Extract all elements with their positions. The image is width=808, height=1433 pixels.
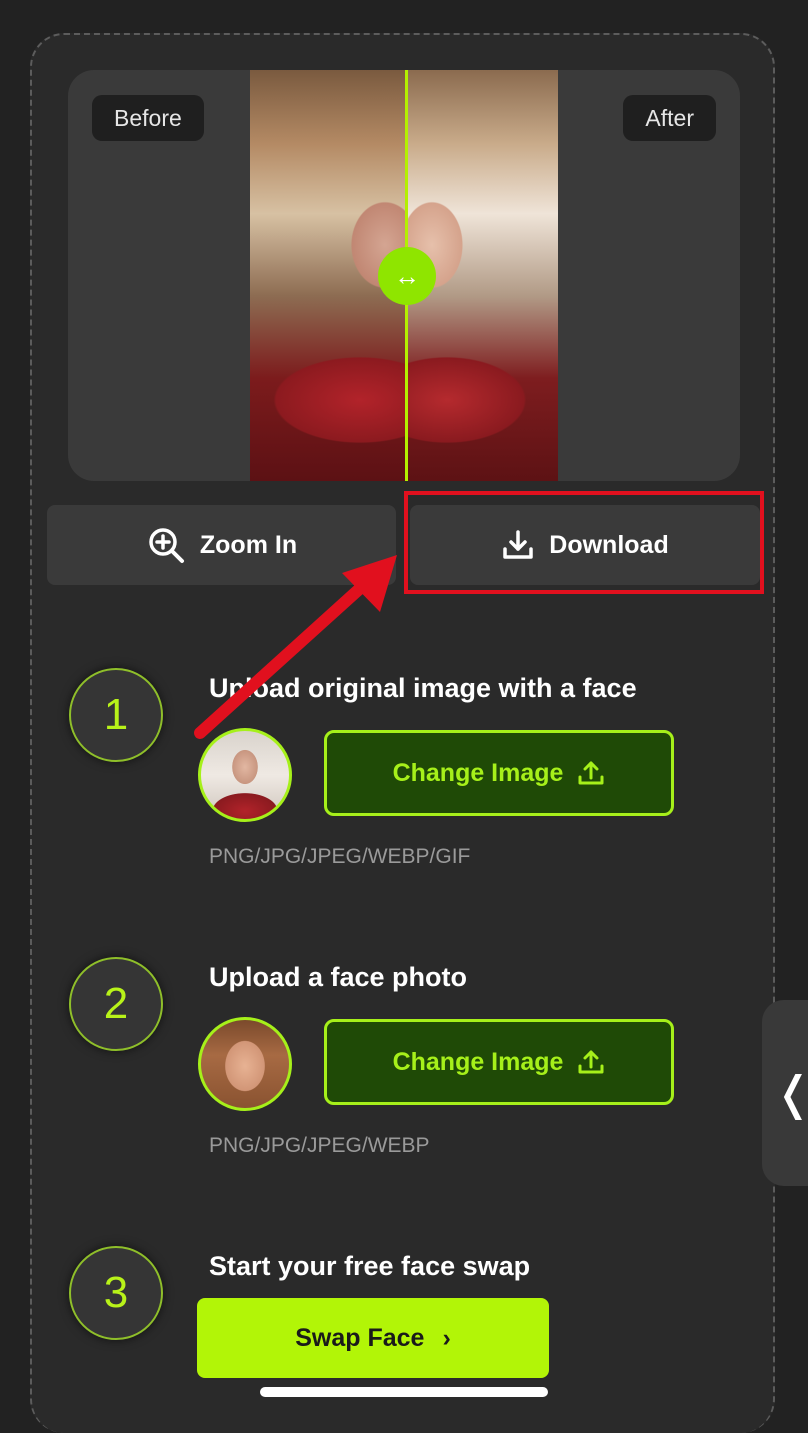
zoom-in-label: Zoom In [199, 530, 298, 559]
chevron-left-icon: ❬ [774, 1066, 808, 1120]
swap-face-label: Swap Face [295, 1323, 425, 1352]
slider-handle[interactable]: ↔ [378, 247, 436, 305]
step-2-number: 2 [69, 957, 163, 1051]
before-label: Before [92, 95, 204, 141]
upload-icon [578, 1050, 604, 1074]
step-1-title: Upload original image with a face [209, 673, 637, 703]
step-1-formats: PNG/JPG/JPEG/WEBP/GIF [209, 845, 471, 868]
upload-icon [578, 761, 604, 785]
face-photo-thumbnail [198, 1017, 292, 1111]
after-label: After [623, 95, 716, 141]
change-original-image-button[interactable]: Change Image [324, 730, 674, 816]
change-face-image-button[interactable]: Change Image [324, 1019, 674, 1105]
swap-face-button[interactable]: Swap Face › [197, 1298, 549, 1378]
home-indicator [260, 1387, 548, 1397]
step-1-number: 1 [69, 668, 163, 762]
step-2-title: Upload a face photo [209, 962, 468, 992]
change-image-label: Change Image [392, 758, 564, 787]
zoom-in-button[interactable]: Zoom In [47, 505, 396, 585]
step-3-title: Start your free face swap [209, 1251, 531, 1281]
side-collapse-tab[interactable]: ❬ [762, 1000, 808, 1186]
arrows-horizontal-icon: ↔ [394, 260, 420, 291]
download-highlight-box [404, 491, 764, 594]
comparison-photo: ↔ [250, 70, 558, 481]
step-2-formats: PNG/JPG/JPEG/WEBP [209, 1134, 430, 1157]
chevron-right-icon: › [442, 1323, 451, 1352]
step-3-number: 3 [69, 1246, 163, 1340]
zoom-in-icon [149, 528, 184, 563]
original-image-thumbnail [198, 728, 292, 822]
before-after-preview[interactable]: ↔ Before After [68, 70, 740, 481]
change-image-label: Change Image [392, 1047, 564, 1076]
